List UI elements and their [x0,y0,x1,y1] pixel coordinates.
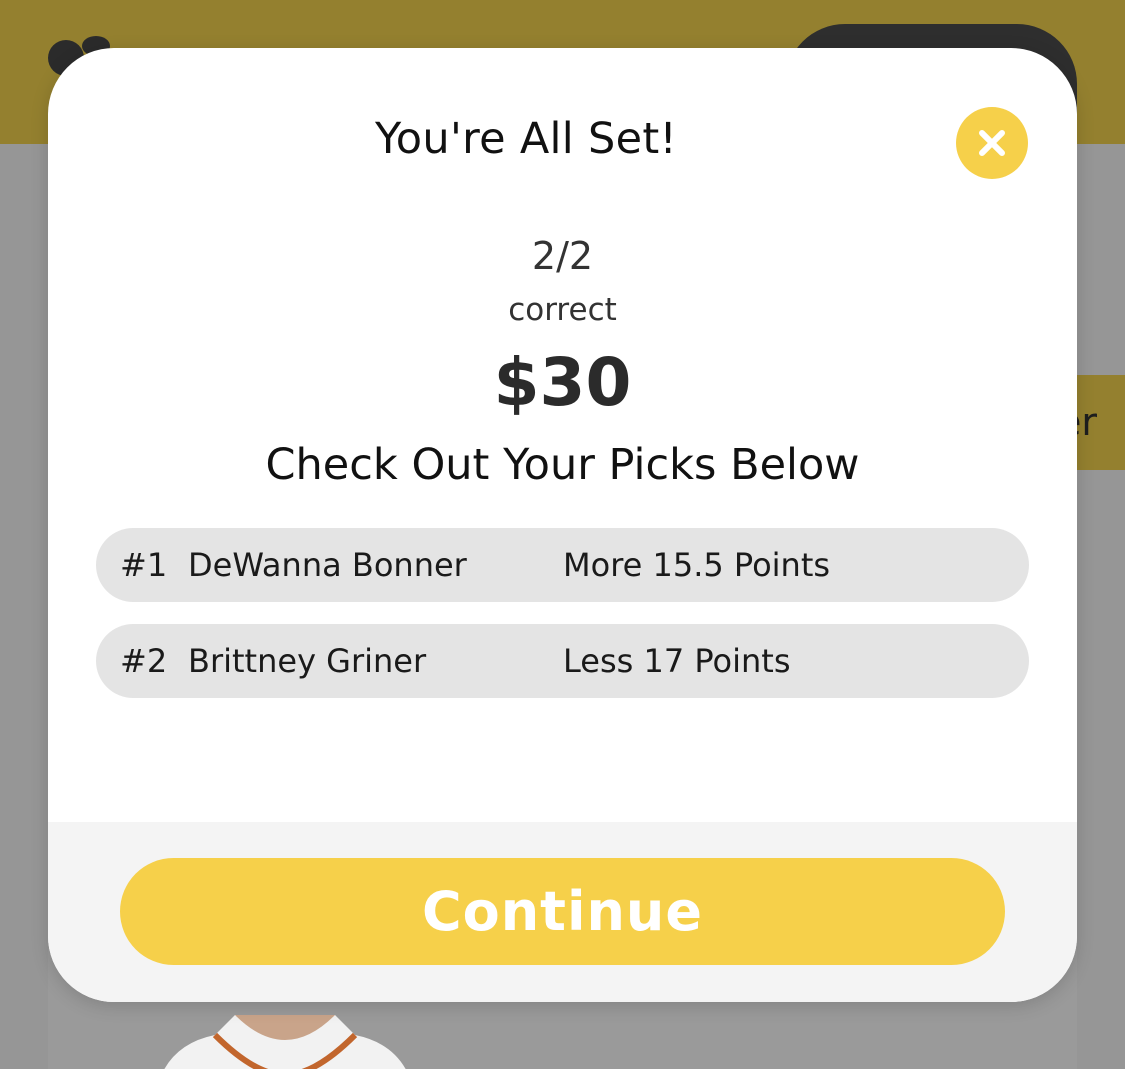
pick-row: #1 DeWanna Bonner More 15.5 Points [96,528,1029,602]
pick-number: #1 [120,546,168,584]
pick-line: Less 17 Points [563,642,791,680]
continue-button[interactable]: Continue [120,858,1005,965]
prize-amount: $30 [493,344,632,421]
modal-title: You're All Set! [374,114,678,164]
pick-line: More 15.5 Points [563,546,831,584]
pick-player-name: DeWanna Bonner [188,546,467,584]
results-modal: You're All Set! 2/2 correct $30 Check Ou… [48,48,1077,1002]
close-icon [979,130,1005,156]
pick-row: #2 Brittney Griner Less 17 Points [96,624,1029,698]
pick-number: #2 [120,642,168,680]
score-label: correct [508,292,617,328]
close-button[interactable] [956,107,1028,179]
pick-player-name: Brittney Griner [188,642,427,680]
player-jersey-image [164,1015,406,1069]
app-screen: er You're All Set! 2/2 correct $30 Check… [0,0,1125,1069]
modal-footer: Continue [48,822,1077,1002]
picks-heading: Check Out Your Picks Below [265,440,860,490]
score-value: 2/2 [531,234,594,278]
